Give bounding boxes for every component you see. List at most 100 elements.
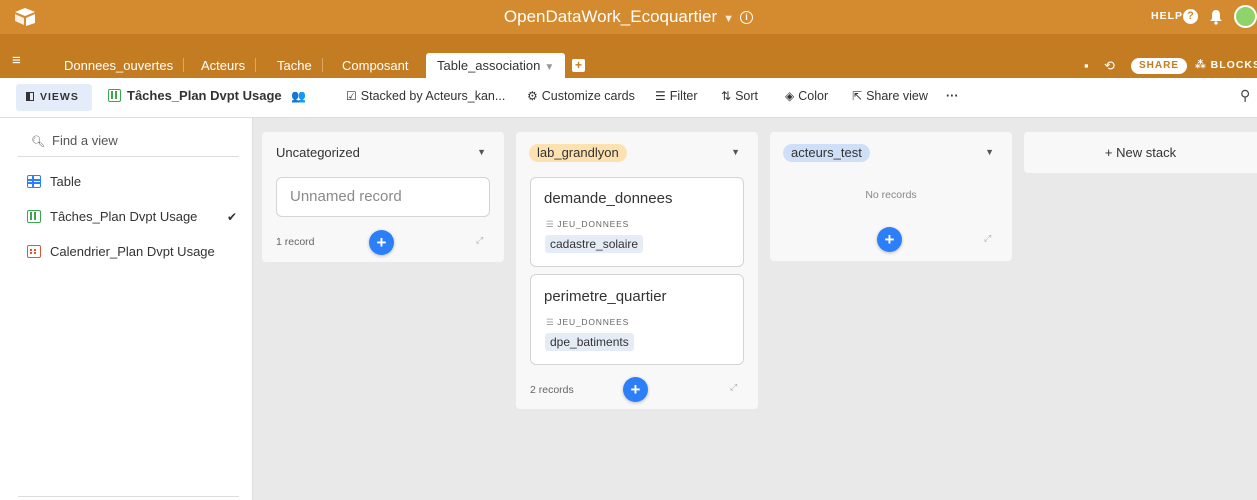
sidebar-view-taches[interactable]: Tâches_Plan Dvpt Usage ✔ bbox=[27, 206, 241, 228]
current-view-label: Tâches_Plan Dvpt Usage bbox=[127, 88, 282, 103]
views-toggle-button[interactable]: VIEWS bbox=[16, 84, 92, 111]
card-title: demande_donnees bbox=[544, 190, 673, 207]
field-label: ☰ JEU_DONNEES bbox=[546, 219, 629, 230]
chevron-down-icon[interactable]: ▼ bbox=[544, 62, 554, 73]
empty-stack-text: No records bbox=[865, 189, 917, 201]
expand-icon[interactable]: ⤢ bbox=[476, 235, 483, 246]
gear-icon: ⚙ bbox=[527, 89, 538, 103]
sort-button[interactable]: ⇅ Sort bbox=[721, 89, 758, 103]
current-view-name[interactable]: Tâches_Plan Dvpt Usage bbox=[108, 88, 282, 103]
field-label-text: JEU_DONNEES bbox=[557, 219, 630, 229]
airtable-logo-icon[interactable] bbox=[14, 7, 36, 27]
color-label: Color bbox=[798, 89, 829, 103]
undo-icon[interactable]: ▪ bbox=[1084, 53, 1089, 78]
checkbox-field-icon: ☑ bbox=[346, 89, 357, 103]
stacked-by-label: Stacked by Acteurs_kan... bbox=[360, 89, 506, 103]
tab-label: Table_association bbox=[437, 58, 541, 73]
find-view-input[interactable] bbox=[52, 130, 232, 150]
checkmark-icon: ✔ bbox=[226, 210, 237, 224]
info-icon[interactable]: i bbox=[740, 11, 754, 24]
tab-tache[interactable]: Tache bbox=[266, 53, 323, 78]
filter-icon: ☰ bbox=[655, 89, 666, 103]
share-view-label: Share view bbox=[866, 89, 928, 103]
card-title: Unnamed record bbox=[290, 188, 402, 205]
title-bar: OpenDataWork_Ecoquartier ▼ i HELP ? bbox=[0, 0, 1257, 34]
sidebar-view-table[interactable]: Table bbox=[27, 171, 241, 193]
user-avatar[interactable] bbox=[1234, 5, 1257, 28]
record-card[interactable]: demande_donnees ☰ JEU_DONNEES cadastre_so… bbox=[530, 177, 744, 267]
blocks-button[interactable]: ⁂ BLOCKS bbox=[1195, 53, 1257, 78]
base-title-button[interactable]: OpenDataWork_Ecoquartier ▼ i bbox=[503, 7, 754, 26]
stack-title: Uncategorized bbox=[276, 145, 360, 160]
add-record-button[interactable]: + bbox=[369, 230, 394, 255]
record-card[interactable]: perimetre_quartier ☰ JEU_DONNEES dpe_bati… bbox=[530, 274, 744, 365]
record-count: 1 record bbox=[276, 236, 315, 248]
kanban-stack-lab-grandlyon: lab_grandlyon ▼ demande_donnees ☰ JEU_DON… bbox=[516, 132, 758, 409]
history-icon[interactable]: ⟲ bbox=[1104, 53, 1115, 78]
field-value: dpe_batiments bbox=[545, 333, 634, 351]
tab-donnees-ouvertes[interactable]: Donnees_ouvertes bbox=[53, 53, 185, 78]
sidebar-view-calendrier[interactable]: Calendrier_Plan Dvpt Usage bbox=[27, 241, 241, 263]
collaborative-view-icon[interactable]: 👥 bbox=[291, 89, 306, 103]
stacked-by-button[interactable]: ☑ Stacked by Acteurs_kan... bbox=[346, 89, 505, 103]
more-options-button[interactable]: ··· bbox=[946, 89, 959, 103]
kanban-stack-uncategorized: Uncategorized ▼ Unnamed record 1 record … bbox=[262, 132, 504, 262]
chevron-down-icon[interactable]: ▼ bbox=[985, 147, 994, 157]
sort-label: Sort bbox=[735, 89, 758, 103]
kanban-stack-acteurs-test: acteurs_test ▼ No records + ⤢ bbox=[770, 132, 1012, 261]
views-sidebar: 🔍︎ Table Tâches_Plan Dvpt Usage ✔ Calend… bbox=[0, 118, 253, 500]
blocks-icon: ⁂ bbox=[1195, 59, 1207, 71]
table-tab-bar: ≡ Donnees_ouvertes Acteurs Tache Composa… bbox=[0, 34, 1257, 78]
sort-icon: ⇅ bbox=[721, 89, 732, 103]
hamburger-menu-icon[interactable]: ≡ bbox=[12, 53, 21, 68]
find-view-search: 🔍︎ bbox=[18, 126, 239, 157]
kanban-view-icon bbox=[108, 89, 121, 102]
add-record-button[interactable]: + bbox=[623, 377, 648, 402]
help-icon[interactable]: ? bbox=[1183, 9, 1198, 24]
text-field-icon: ☰ bbox=[546, 219, 555, 229]
tab-acteurs[interactable]: Acteurs bbox=[190, 53, 257, 78]
chevron-down-icon[interactable]: ▼ bbox=[731, 147, 740, 157]
sidebar-view-label: Calendrier_Plan Dvpt Usage bbox=[50, 244, 215, 259]
field-label-text: JEU_DONNEES bbox=[557, 317, 630, 327]
share-button[interactable]: SHARE bbox=[1131, 58, 1188, 74]
calendar-view-icon bbox=[27, 245, 41, 258]
new-stack-button[interactable]: + New stack bbox=[1024, 132, 1257, 173]
filter-label: Filter bbox=[669, 89, 698, 103]
chevron-down-icon[interactable]: ▼ bbox=[477, 147, 486, 157]
base-title-text: OpenDataWork_Ecoquartier bbox=[503, 7, 718, 26]
chevron-down-icon: ▼ bbox=[723, 13, 735, 25]
kanban-view-icon bbox=[27, 210, 41, 223]
add-table-icon[interactable]: + bbox=[572, 59, 585, 72]
help-link[interactable]: HELP bbox=[1151, 10, 1183, 22]
share-view-button[interactable]: ⇱ Share view bbox=[852, 89, 928, 103]
record-count: 2 records bbox=[530, 384, 574, 396]
divider bbox=[18, 496, 239, 497]
color-button[interactable]: ◈ Color bbox=[785, 89, 828, 103]
search-icon: 🔍︎ bbox=[31, 136, 45, 148]
expand-icon[interactable]: ⤢ bbox=[730, 382, 737, 393]
sidebar-view-label: Tâches_Plan Dvpt Usage bbox=[50, 209, 198, 224]
field-label: ☰ JEU_DONNEES bbox=[546, 317, 629, 328]
search-icon[interactable]: ⚲ bbox=[1240, 87, 1250, 104]
customize-cards-label: Customize cards bbox=[541, 89, 635, 103]
notifications-bell-icon[interactable] bbox=[1209, 9, 1223, 25]
tab-table-association[interactable]: Table_association ▼ bbox=[426, 53, 566, 78]
tab-composant[interactable]: Composant bbox=[331, 53, 419, 78]
stack-title: acteurs_test bbox=[783, 144, 870, 162]
tab-label: Donnees_ouvertes bbox=[64, 58, 174, 73]
record-card[interactable]: Unnamed record bbox=[276, 177, 490, 217]
views-label: VIEWS bbox=[40, 91, 79, 103]
share-external-icon: ⇱ bbox=[852, 89, 863, 103]
tab-label: Acteurs bbox=[201, 58, 246, 73]
filter-button[interactable]: ☰ Filter bbox=[655, 89, 698, 103]
sidebar-toggle-icon bbox=[26, 92, 34, 101]
expand-icon[interactable]: ⤢ bbox=[984, 233, 991, 244]
text-field-icon: ☰ bbox=[546, 317, 555, 327]
customize-cards-button[interactable]: ⚙ Customize cards bbox=[527, 89, 635, 103]
sidebar-view-label: Table bbox=[50, 174, 82, 189]
add-record-button[interactable]: + bbox=[877, 227, 902, 252]
stack-title: lab_grandlyon bbox=[529, 144, 627, 162]
field-value: cadastre_solaire bbox=[545, 235, 644, 253]
paint-bucket-icon: ◈ bbox=[785, 89, 795, 103]
